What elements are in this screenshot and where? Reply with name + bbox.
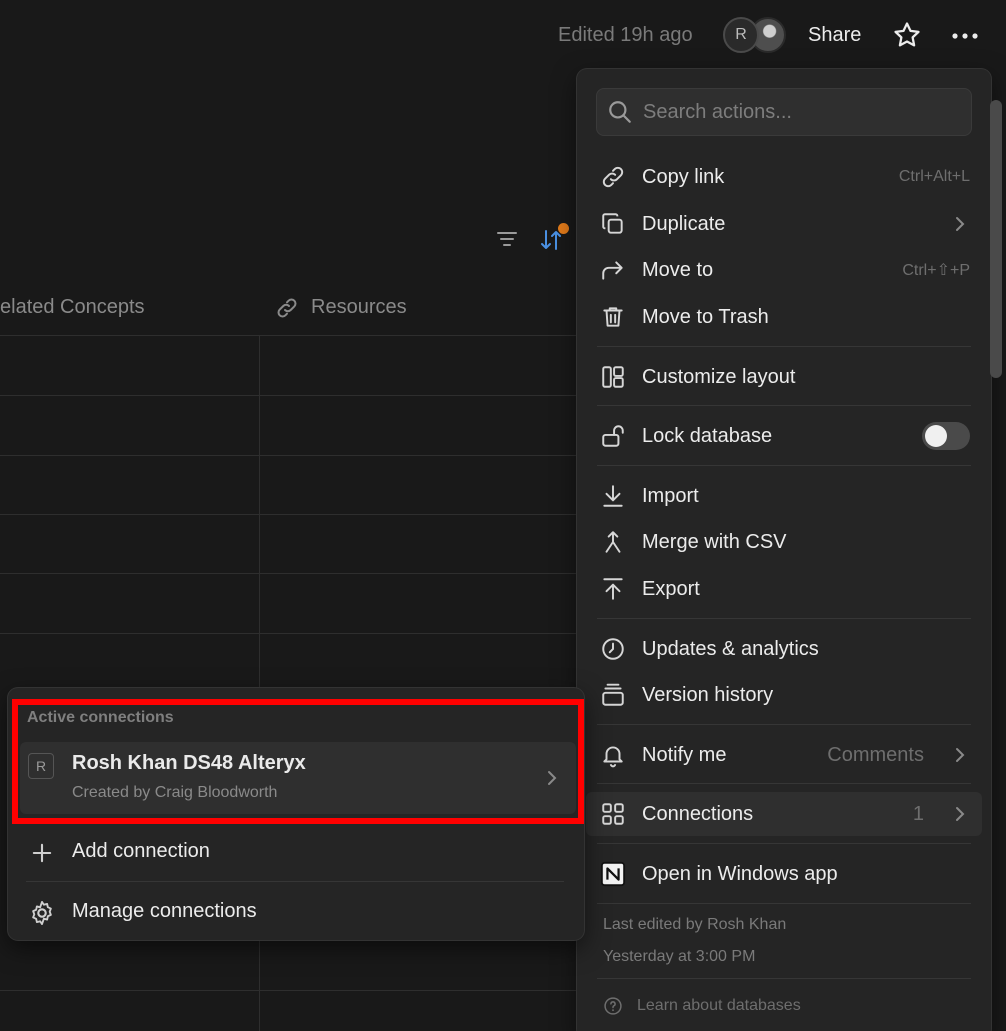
table-row-divider [0, 990, 578, 991]
menu-item-customize-layout[interactable]: Customize layout [590, 355, 982, 399]
help-icon [603, 996, 623, 1016]
export-icon [600, 576, 626, 602]
table-row-divider [0, 335, 578, 336]
menu-divider [597, 903, 971, 904]
share-button[interactable]: Share [808, 24, 861, 47]
connection-badge: R [28, 753, 54, 779]
bell-icon [600, 742, 626, 768]
menu-divider [597, 843, 971, 844]
link-icon [600, 164, 626, 190]
table-row-divider [0, 395, 578, 396]
unlock-icon [600, 423, 626, 449]
menu-item-open-in-windows-app[interactable]: Open in Windows app [590, 852, 982, 896]
menu-item-notify-me[interactable]: Notify me Comments [590, 733, 982, 777]
menu-item-move-to[interactable]: Move to Ctrl+⇧+P [590, 248, 982, 292]
more-options-icon[interactable] [950, 26, 980, 46]
search-actions-input[interactable] [643, 100, 943, 124]
shortcut-label: Ctrl+⇧+P [902, 262, 970, 279]
table-row-divider [0, 514, 578, 515]
menu-item-duplicate[interactable]: Duplicate [590, 202, 982, 246]
move-arrow-icon [600, 257, 626, 283]
top-bar: Edited 19h ago R Share [0, 0, 1006, 72]
search-icon [607, 99, 633, 125]
edited-timestamp: Edited 19h ago [558, 24, 693, 46]
menu-item-copy-link[interactable]: Copy link Ctrl+Alt+L [590, 155, 982, 199]
menu-divider [597, 618, 971, 619]
menu-item-version-history[interactable]: Version history [590, 673, 982, 717]
clock-icon [600, 636, 626, 662]
menu-item-import[interactable]: Import [590, 474, 982, 518]
menu-divider [597, 978, 971, 979]
add-connection-button[interactable]: Add connection [26, 830, 574, 874]
table-row-divider [0, 573, 578, 574]
column-header-related-concepts[interactable]: elated Concepts [0, 296, 145, 319]
star-icon[interactable] [892, 20, 922, 50]
search-actions-field[interactable] [596, 88, 972, 136]
connections-grid-icon [600, 801, 626, 827]
link-icon [274, 296, 300, 320]
menu-divider [597, 405, 971, 406]
table-row-divider [0, 633, 578, 634]
filter-icon[interactable] [496, 229, 518, 249]
merge-icon [600, 529, 626, 555]
sort-indicator-dot [558, 223, 569, 234]
import-icon [600, 483, 626, 509]
column-header-resources[interactable]: Resources [311, 296, 407, 319]
manage-connections-button[interactable]: Manage connections [26, 890, 574, 934]
duplicate-icon [600, 211, 626, 237]
active-connections-heading: Active connections [27, 709, 174, 726]
menu-item-merge-with-csv[interactable]: Merge with CSV [590, 520, 982, 564]
history-stack-icon [600, 682, 626, 708]
connection-item[interactable]: R Rosh Khan DS48 Alteryx Created by Crai… [20, 742, 576, 814]
menu-scrollbar[interactable] [990, 100, 1002, 378]
shortcut-label: Ctrl+Alt+L [898, 168, 970, 185]
menu-divider [597, 465, 971, 466]
trash-icon [600, 304, 626, 330]
learn-about-databases-link[interactable]: Learn about databases [603, 996, 801, 1016]
menu-item-updates-analytics[interactable]: Updates & analytics [590, 627, 982, 671]
chevron-right-icon [954, 746, 966, 764]
connection-subtitle: Created by Craig Bloodworth [72, 784, 278, 801]
menu-divider [597, 783, 971, 784]
connection-title: Rosh Khan DS48 Alteryx [72, 752, 306, 774]
chevron-right-icon [546, 769, 558, 787]
menu-divider [597, 724, 971, 725]
last-edited-time: Yesterday at 3:00 PM [603, 948, 756, 965]
connections-count: 1 [912, 802, 924, 825]
menu-divider [597, 346, 971, 347]
lock-database-toggle[interactable] [922, 422, 970, 450]
avatar[interactable]: R [723, 17, 759, 53]
chevron-right-icon [954, 215, 966, 233]
plus-icon [28, 839, 56, 867]
notify-value: Comments [827, 743, 924, 766]
menu-item-connections[interactable]: Connections 1 [586, 792, 982, 836]
menu-item-lock-database[interactable]: Lock database [590, 414, 982, 458]
notion-logo-icon [600, 861, 626, 887]
chevron-right-icon [954, 805, 966, 823]
last-edited-by: Last edited by Rosh Khan [603, 916, 787, 933]
menu-item-export[interactable]: Export [590, 567, 982, 611]
layout-icon [600, 364, 626, 390]
table-row-divider [0, 455, 578, 456]
submenu-divider [26, 881, 564, 882]
gear-icon [28, 899, 56, 927]
menu-item-move-to-trash[interactable]: Move to Trash [590, 295, 982, 339]
